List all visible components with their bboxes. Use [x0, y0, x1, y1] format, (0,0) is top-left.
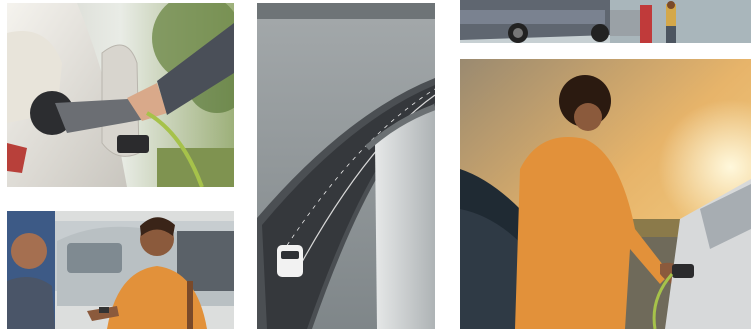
car-icon: [277, 245, 303, 277]
truck-lake-image: [460, 0, 751, 43]
photo-truck-by-lake: [460, 0, 751, 43]
customer-image: [7, 211, 234, 329]
sunset-charging-image: [460, 59, 751, 329]
photo-sunset-charging: [460, 59, 751, 329]
ev-charging-image: [7, 3, 234, 187]
photo-dam-road-aerial: [257, 3, 435, 329]
photo-ev-charging-closeup: [7, 3, 234, 187]
dam-road-image: [257, 3, 435, 329]
image-gallery: [0, 0, 755, 329]
photo-customer-smiling: [7, 211, 234, 329]
